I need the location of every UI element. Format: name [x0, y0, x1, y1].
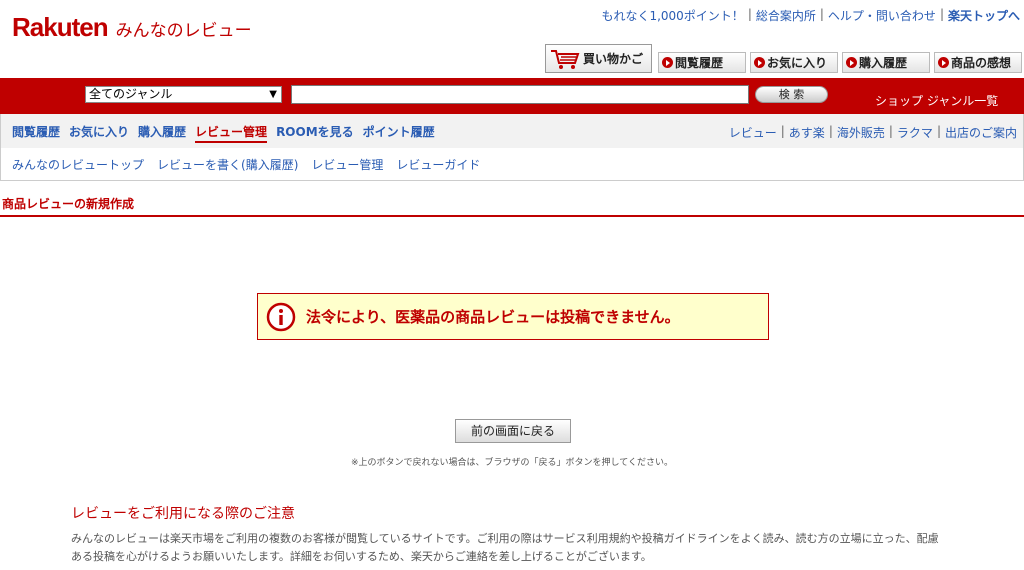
subnav-point-history[interactable]: ポイント履歴	[363, 123, 435, 143]
rakuten-top-link[interactable]: 楽天トップへ	[948, 7, 1020, 24]
top-links: もれなく1,000ポイント！ | 総合案内所 | ヘルプ・問い合わせ | 楽天ト…	[601, 7, 1020, 24]
subnav-favorites[interactable]: お気に入り	[69, 123, 129, 143]
nav-product-impressions[interactable]: 商品の感想	[934, 52, 1022, 73]
error-notice: 法令により、医薬品の商品レビューは投稿できません。	[257, 293, 769, 340]
caution-body: みんなのレビューは楽天市場をご利用の複数のお客様が閲覧しているサイトです。ご利用…	[71, 530, 961, 566]
service-link-global[interactable]: 海外販売	[837, 124, 885, 141]
arrow-bullet-icon	[846, 57, 857, 68]
caution-line-2: ある投稿を心がけるようお願いいたします。詳細をお伺いするため、楽天からご連絡を差…	[71, 550, 652, 563]
subnav: 閲覧履歴 お気に入り 購入履歴 レビュー管理 ROOMを見る ポイント履歴 レビ…	[0, 114, 1024, 148]
service-link-rakuma[interactable]: ラクマ	[897, 124, 933, 141]
service-link-review[interactable]: レビュー	[729, 124, 777, 141]
service-link-asuraku[interactable]: あす楽	[789, 124, 825, 141]
search-input[interactable]	[291, 85, 749, 104]
rakuten-logo[interactable]: Rakuten みんなのレビュー	[12, 12, 252, 43]
subnav-purchase-history[interactable]: 購入履歴	[138, 123, 186, 143]
arrow-bullet-icon	[938, 57, 949, 68]
review-top-link[interactable]: みんなのレビュートップ	[12, 156, 144, 173]
title-divider	[0, 215, 1024, 217]
nav-favorites[interactable]: お気に入り	[750, 52, 838, 73]
back-button[interactable]: 前の画面に戻る	[455, 419, 571, 443]
nav-purchase-history[interactable]: 購入履歴	[842, 52, 930, 73]
subnav-room[interactable]: ROOMを見る	[276, 123, 354, 143]
back-note: ※上のボタンで戻れない場合は、ブラウザの「戻る」ボタンを押してください。	[350, 458, 673, 468]
service-link-merchant[interactable]: 出店のご案内	[945, 124, 1017, 141]
search-button[interactable]: 検 索	[755, 86, 828, 103]
help-link[interactable]: ヘルプ・問い合わせ	[828, 7, 936, 24]
review-subnav: みんなのレビュートップ レビューを書く(購入履歴) レビュー管理 レビューガイド	[0, 148, 1024, 181]
write-review-link[interactable]: レビューを書く(購入履歴)	[157, 156, 298, 173]
guide-link[interactable]: 総合案内所	[756, 7, 816, 24]
subnav-review-management[interactable]: レビュー管理	[195, 123, 268, 143]
genre-select[interactable]: 全てのジャンル ▼	[85, 86, 282, 103]
caution-title: レビューをご利用になる際のご注意	[71, 506, 295, 522]
site-subtitle: みんなのレビュー	[115, 21, 252, 41]
nav-browsing-history[interactable]: 閲覧履歴	[658, 52, 746, 73]
brand-name: Rakuten	[12, 12, 109, 42]
arrow-bullet-icon	[754, 57, 765, 68]
points-campaign-link[interactable]: もれなく1,000ポイント！	[601, 7, 743, 24]
cart-label: 買い物かご	[583, 52, 644, 66]
genre-selected-value: 全てのジャンル	[89, 87, 173, 101]
review-management-link[interactable]: レビュー管理	[311, 156, 383, 173]
arrow-bullet-icon	[662, 57, 673, 68]
subnav-browsing-history[interactable]: 閲覧履歴	[12, 123, 60, 143]
caution-line-1: みんなのレビューは楽天市場をご利用の複数のお客様が閲覧しているサイトです。ご利用…	[71, 532, 939, 545]
page-title: 商品レビューの新規作成	[2, 197, 135, 211]
info-icon	[266, 302, 296, 331]
shop-genre-list-link[interactable]: ショップ ジャンル一覧	[875, 92, 998, 109]
review-guide-link[interactable]: レビューガイド	[396, 156, 480, 173]
notice-message: 法令により、医薬品の商品レビューは投稿できません。	[306, 308, 680, 326]
cart-icon	[551, 49, 580, 69]
cart-button[interactable]: 買い物かご	[545, 44, 652, 73]
dropdown-arrow-icon: ▼	[269, 89, 277, 100]
